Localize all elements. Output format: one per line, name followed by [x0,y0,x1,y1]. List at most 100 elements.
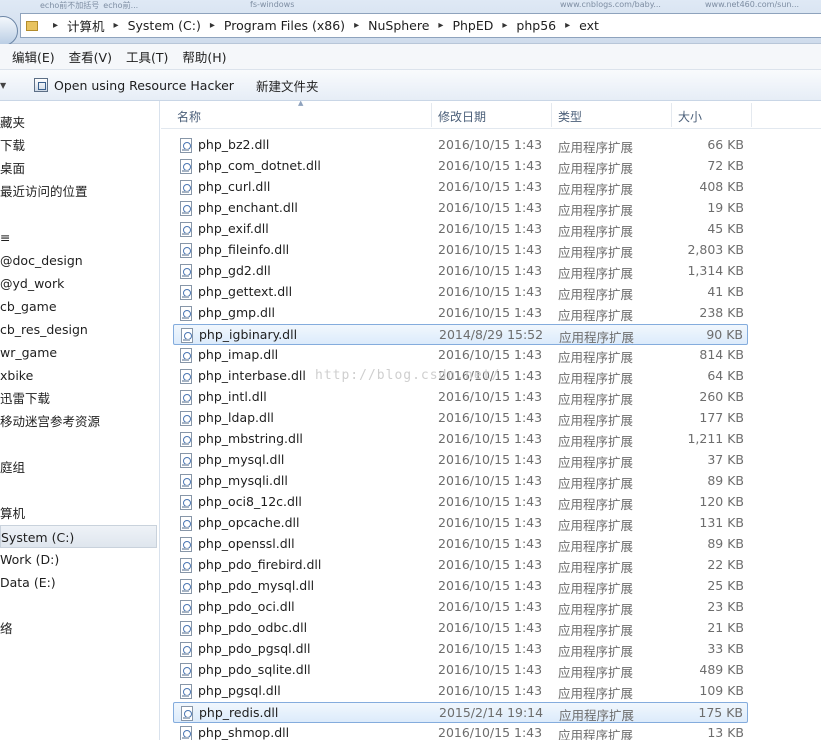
file-date: 2016/10/15 1:43 [438,242,543,257]
column-divider[interactable] [671,103,672,127]
chevron-right-icon[interactable]: ▸ [354,20,359,31]
file-type: 应用程序扩展 [558,371,634,386]
chevron-right-icon[interactable]: ▸ [210,20,215,31]
file-size: 1,314 KB [687,263,744,278]
nav-item[interactable] [0,433,157,456]
nav-item[interactable]: Work (D:) [0,548,157,571]
file-row[interactable]: php_exif.dll 2016/10/15 1:43 应用程序扩展 45 KB [173,219,748,240]
nav-item[interactable]: 络 [0,617,157,640]
file-row[interactable]: php_shmop.dll 2016/10/15 1:43 应用程序扩展 13 KB [173,723,748,740]
column-name-header[interactable]: 名称 [177,108,201,125]
nav-item[interactable]: 庭组 [0,456,157,479]
file-row[interactable]: php_mysql.dll 2016/10/15 1:43 应用程序扩展 37 KB [173,450,748,471]
dll-file-icon [180,285,192,300]
nav-item[interactable]: 迅雷下载 [0,387,157,410]
new-folder-button[interactable]: 新建文件夹 [248,73,327,97]
file-row[interactable]: php_igbinary.dll 2014/8/29 15:52 应用程序扩展 90 … [173,324,748,345]
file-row[interactable]: php_enchant.dll 2016/10/15 1:43 应用程序扩展 19 K… [173,198,748,219]
file-row[interactable]: php_pdo_sqlite.dll 2016/10/15 1:43 应用程序扩展 4… [173,660,748,681]
chevron-right-icon[interactable]: ▸ [438,20,443,31]
file-row[interactable]: php_redis.dll 2015/2/14 19:14 应用程序扩展 175 KB [173,702,748,723]
file-row[interactable]: php_gettext.dll 2016/10/15 1:43 应用程序扩展 41 K… [173,282,748,303]
file-type: 应用程序扩展 [558,266,634,281]
column-divider[interactable] [751,103,752,127]
column-type-header[interactable]: 类型 [558,108,582,125]
nav-item[interactable] [0,479,157,502]
chevron-right-icon[interactable]: ▸ [53,20,58,31]
file-row[interactable]: php_pdo_odbc.dll 2016/10/15 1:43 应用程序扩展 21 … [173,618,748,639]
file-date: 2016/10/15 1:43 [438,305,543,320]
nav-item[interactable]: xbike [0,364,157,387]
nav-item[interactable]: 藏夹 [0,111,157,134]
menu-edit[interactable]: 编辑(E) [12,47,55,66]
nav-item[interactable] [0,203,157,226]
file-date: 2016/10/15 1:43 [438,683,543,698]
file-row[interactable]: php_pdo_oci.dll 2016/10/15 1:43 应用程序扩展 23 K… [173,597,748,618]
file-date: 2016/10/15 1:43 [438,641,543,656]
ghost-tab-2: fs-windows [250,0,295,9]
menu-tools[interactable]: 工具(T) [126,47,168,66]
file-row[interactable]: php_gmp.dll 2016/10/15 1:43 应用程序扩展 238 KB [173,303,748,324]
nav-item[interactable]: Data (E:) [0,571,157,594]
file-row[interactable]: php_pgsql.dll 2016/10/15 1:43 应用程序扩展 109 KB [173,681,748,702]
breadcrumb-item[interactable]: php56 [516,18,556,33]
back-button[interactable] [0,16,18,46]
file-row[interactable]: php_ldap.dll 2016/10/15 1:43 应用程序扩展 177 KB [173,408,748,429]
nav-item[interactable]: 下载 [0,134,157,157]
breadcrumb-item[interactable]: NuSphere [368,18,429,33]
chevron-right-icon[interactable]: ▸ [502,20,507,31]
file-row[interactable]: php_pdo_pgsql.dll 2016/10/15 1:43 应用程序扩展 33… [173,639,748,660]
column-divider[interactable] [551,103,552,127]
file-row[interactable]: php_curl.dll 2016/10/15 1:43 应用程序扩展 408 KB [173,177,748,198]
chevron-right-icon[interactable]: ▸ [565,20,570,31]
nav-item[interactable]: 移动迷宫参考资源 [0,410,157,433]
file-name: php_ldap.dll [198,410,274,425]
address-input[interactable]: ▸ 计算机 ▸ System (C:) ▸ Program Files (x86) ▸ NuS… [20,13,821,38]
column-date-header[interactable]: 修改日期 [438,108,486,125]
chevron-right-icon[interactable]: ▸ [114,20,119,31]
nav-item[interactable]: System (C:) [0,525,157,548]
file-row[interactable]: php_com_dotnet.dll 2016/10/15 1:43 应用程序扩展 7… [173,156,748,177]
file-row[interactable]: php_pdo_firebird.dll 2016/10/15 1:43 应用程序扩… [173,555,748,576]
column-divider[interactable] [431,103,432,127]
nav-item[interactable]: 桌面 [0,157,157,180]
file-row[interactable]: php_gd2.dll 2016/10/15 1:43 应用程序扩展 1,314 KB [173,261,748,282]
file-name: php_igbinary.dll [199,327,298,342]
chevron-down-icon[interactable]: ▼ [0,81,6,90]
file-row[interactable]: php_fileinfo.dll 2016/10/15 1:43 应用程序扩展 2,8… [173,240,748,261]
file-type: 应用程序扩展 [558,623,634,638]
nav-item[interactable]: cb_game [0,295,157,318]
breadcrumb-item[interactable]: Program Files (x86) [224,18,345,33]
file-row[interactable]: php_imap.dll 2016/10/15 1:43 应用程序扩展 814 KB [173,345,748,366]
file-row[interactable]: php_intl.dll 2016/10/15 1:43 应用程序扩展 260 KB [173,387,748,408]
file-name: php_exif.dll [198,221,269,236]
breadcrumb-item[interactable]: 计算机 [67,16,105,35]
file-row[interactable]: php_opcache.dll 2016/10/15 1:43 应用程序扩展 131 … [173,513,748,534]
open-resource-hacker-button[interactable]: Open using Resource Hacker [26,73,242,97]
nav-item[interactable] [0,594,157,617]
file-size: 33 KB [707,641,744,656]
dll-file-icon [180,558,192,573]
menu-view[interactable]: 查看(V) [69,47,112,66]
menu-help[interactable]: 帮助(H) [182,47,226,66]
breadcrumb-item[interactable]: ext [579,18,599,33]
nav-item[interactable]: wr_game [0,341,157,364]
file-row[interactable]: php_mysqli.dll 2016/10/15 1:43 应用程序扩展 89 KB [173,471,748,492]
file-size: 72 KB [707,158,744,173]
file-row[interactable]: php_pdo_mysql.dll 2016/10/15 1:43 应用程序扩展 25… [173,576,748,597]
column-size-header[interactable]: 大小 [678,108,702,125]
nav-item[interactable]: 最近访问的位置 [0,180,157,203]
nav-item[interactable]: ≡ [0,226,157,249]
file-row[interactable]: php_oci8_12c.dll 2016/10/15 1:43 应用程序扩展 120… [173,492,748,513]
breadcrumb-item[interactable]: System (C:) [128,18,201,33]
file-row[interactable]: php_bz2.dll 2016/10/15 1:43 应用程序扩展 66 KB [173,135,748,156]
file-name: php_pdo_firebird.dll [198,557,322,572]
nav-item[interactable]: 算机 [0,502,157,525]
file-name: php_fileinfo.dll [198,242,290,257]
nav-item[interactable]: cb_res_design [0,318,157,341]
file-row[interactable]: php_mbstring.dll 2016/10/15 1:43 应用程序扩展 1,2… [173,429,748,450]
nav-item[interactable]: @doc_design [0,249,157,272]
nav-item[interactable]: @yd_work [0,272,157,295]
file-row[interactable]: php_openssl.dll 2016/10/15 1:43 应用程序扩展 89 K… [173,534,748,555]
breadcrumb-item[interactable]: PhpED [452,18,493,33]
